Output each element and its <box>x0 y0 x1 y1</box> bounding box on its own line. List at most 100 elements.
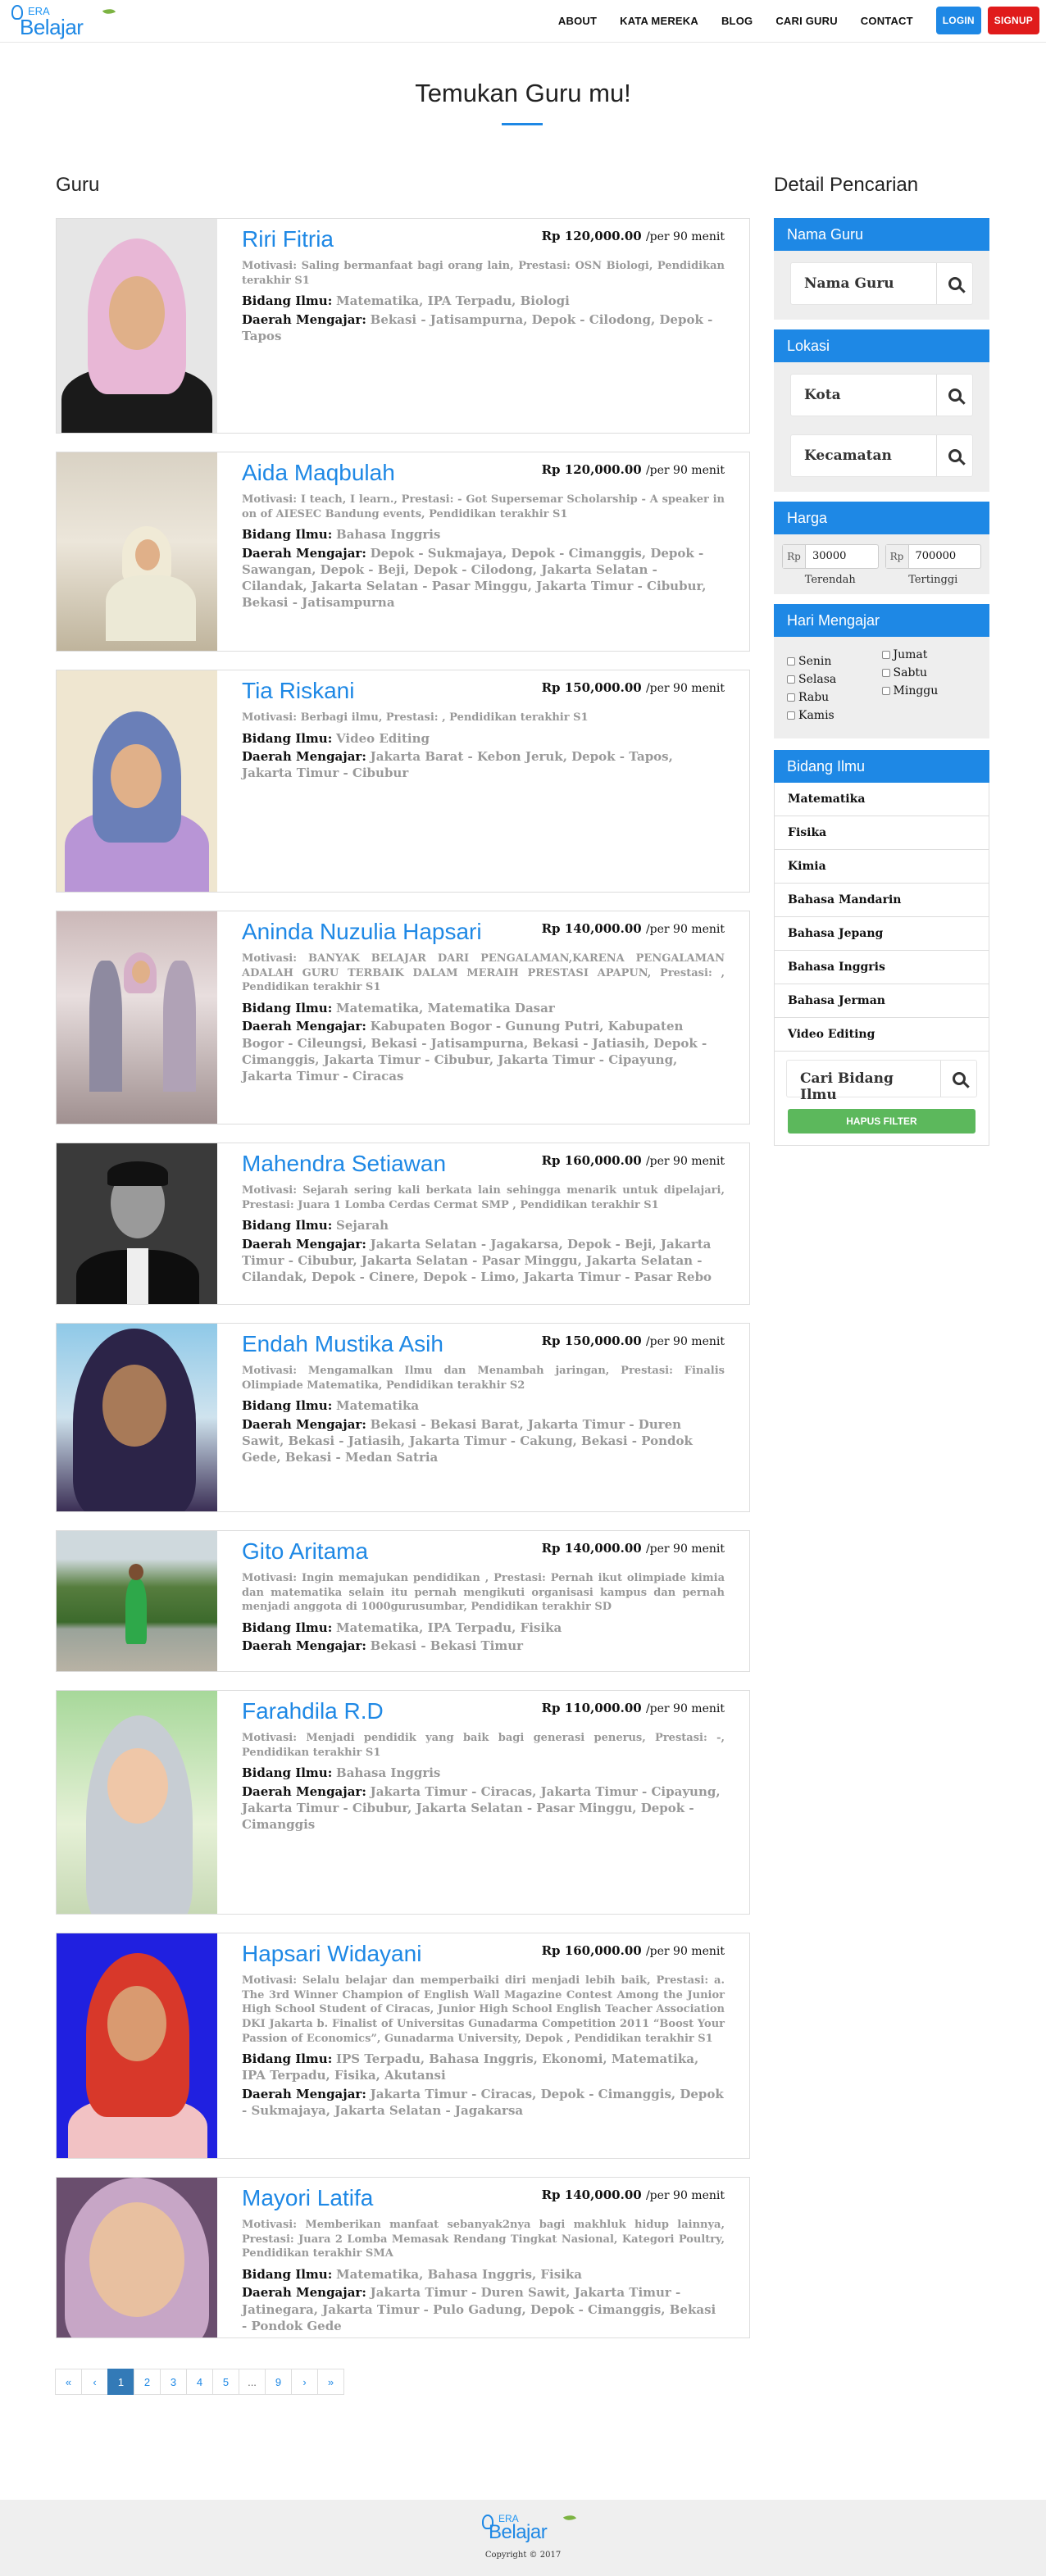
guru-motivasi: Motivasi: Menjadi pendidik yang baik bag… <box>242 1732 725 1759</box>
guru-photo[interactable] <box>57 1143 217 1304</box>
login-button[interactable]: LOGIN <box>935 7 981 34</box>
bidang-search: Cari Bidang Ilmu <box>786 1060 977 1103</box>
page-next[interactable]: › <box>291 2369 318 2395</box>
guru-photo[interactable] <box>57 1691 217 1914</box>
page-prev[interactable]: ‹ <box>81 2369 108 2395</box>
guru-daerah: Daerah Mengajar: Jakarta Selatan - Jagak… <box>242 1236 712 1285</box>
page-3[interactable]: 3 <box>160 2369 187 2395</box>
panel-title: Harga <box>774 502 989 534</box>
guru-name[interactable]: Farahdila R.D <box>242 1699 512 1724</box>
guru-card[interactable]: Endah Mustika Asih Rp 150,000.00 /per 90… <box>56 1323 750 1512</box>
bidang-item[interactable]: Bahasa Jerman <box>775 984 989 1018</box>
guru-daerah: Daerah Mengajar: Jakarta Timur - Duren S… <box>242 2285 716 2333</box>
kecamatan-input[interactable]: Kecamatan <box>791 435 936 476</box>
page-last[interactable]: » <box>317 2369 344 2395</box>
site-logo[interactable]: ERA Belajar <box>11 3 118 41</box>
bidang-item[interactable]: Bahasa Jepang <box>775 917 989 951</box>
guru-card[interactable]: Riri Fitria Rp 120,000.00 /per 90 menit … <box>56 218 750 434</box>
guru-card[interactable]: Gito Aritama Rp 140,000.00 /per 90 menit… <box>56 1530 750 1672</box>
guru-photo[interactable] <box>57 911 217 1124</box>
panel-title: Nama Guru <box>774 218 989 251</box>
clear-filter-button[interactable]: HAPUS FILTER <box>788 1109 976 1134</box>
kota-input[interactable]: Kota <box>791 375 936 416</box>
checkbox[interactable] <box>787 657 795 666</box>
guru-photo[interactable] <box>57 1324 217 1511</box>
guru-card[interactable]: Farahdila R.D Rp 110,000.00 /per 90 meni… <box>56 1690 750 1915</box>
guru-photo[interactable] <box>57 219 217 433</box>
guru-name[interactable]: Hapsari Widayani <box>242 1942 512 1966</box>
guru-photo[interactable] <box>57 1531 217 1671</box>
page-first[interactable]: « <box>55 2369 82 2395</box>
guru-info: Gito Aritama Rp 140,000.00 /per 90 menit… <box>217 1531 749 1671</box>
guru-name[interactable]: Aninda Nuzulia Hapsari <box>242 920 512 944</box>
bidang-item[interactable]: Matematika <box>775 783 989 816</box>
bidang-item[interactable]: Bahasa Inggris <box>775 951 989 984</box>
guru-motivasi: Motivasi: Berbagi ilmu, Prestasi: , Pend… <box>242 711 589 725</box>
nav-blog[interactable]: BLOG <box>721 15 753 27</box>
checkbox[interactable] <box>787 675 795 684</box>
guru-card[interactable]: Mayori Latifa Rp 140,000.00 /per 90 meni… <box>56 2177 750 2338</box>
day-sabtu[interactable]: Sabtu <box>881 666 977 679</box>
day-selasa[interactable]: Selasa <box>787 673 882 686</box>
kota-search-button[interactable] <box>936 375 972 416</box>
checkbox[interactable] <box>787 693 795 702</box>
bidang-item[interactable]: Kimia <box>775 850 989 884</box>
day-senin[interactable]: Senin <box>787 655 882 668</box>
guru-name[interactable]: Mayori Latifa <box>242 2186 512 2210</box>
guru-name[interactable]: Aida Maqbulah <box>242 461 512 485</box>
day-minggu[interactable]: Minggu <box>881 684 977 697</box>
checkbox[interactable] <box>881 687 890 695</box>
page-2[interactable]: 2 <box>134 2369 161 2395</box>
guru-bidang: Bidang Ilmu: Bahasa Inggris <box>242 1765 441 1781</box>
nav-kata-mereka[interactable]: KATA MEREKA <box>620 15 698 27</box>
guru-photo[interactable] <box>57 670 217 892</box>
day-kamis[interactable]: Kamis <box>787 709 882 722</box>
bidang-item[interactable]: Bahasa Mandarin <box>775 884 989 917</box>
guru-photo[interactable] <box>57 1933 217 2158</box>
page-9[interactable]: 9 <box>265 2369 292 2395</box>
guru-name[interactable]: Riri Fitria <box>242 227 512 252</box>
guru-bidang: Bidang Ilmu: Matematika, IPA Terpadu, Fi… <box>242 1620 562 1636</box>
guru-name[interactable]: Mahendra Setiawan <box>242 1152 512 1176</box>
bidang-item[interactable]: Video Editing <box>775 1018 989 1052</box>
guru-name[interactable]: Gito Aritama <box>242 1539 512 1564</box>
guru-card[interactable]: Aida Maqbulah Rp 120,000.00 /per 90 meni… <box>56 452 750 652</box>
footer-logo[interactable]: ERA Belajar <box>475 2511 577 2552</box>
search-icon <box>948 388 962 402</box>
currency-prefix: Rp <box>885 545 909 568</box>
guru-motivasi: Motivasi: Ingin memajukan pendidikan , P… <box>242 1572 725 1614</box>
guru-name[interactable]: Tia Riskani <box>242 679 512 703</box>
footer: ERA Belajar Copyright © 2017 <box>0 2500 1046 2576</box>
guru-info: Aninda Nuzulia Hapsari Rp 140,000.00 /pe… <box>217 911 749 1124</box>
guru-card[interactable]: Mahendra Setiawan Rp 160,000.00 /per 90 … <box>56 1143 750 1305</box>
harga-max-input[interactable]: Rp 700000 <box>885 544 981 569</box>
guru-card[interactable]: Tia Riskani Rp 150,000.00 /per 90 menit … <box>56 670 750 893</box>
checkbox[interactable] <box>787 711 795 720</box>
bidang-item[interactable]: Fisika <box>775 816 989 850</box>
nama-guru-search-button[interactable] <box>936 263 972 304</box>
copyright: Copyright © 2017 <box>484 2551 562 2560</box>
guru-name[interactable]: Endah Mustika Asih <box>242 1332 512 1356</box>
page-5[interactable]: 5 <box>212 2369 239 2395</box>
bidang-search-button[interactable] <box>940 1061 976 1097</box>
guru-photo[interactable] <box>57 452 217 651</box>
search-icon <box>952 1072 966 1085</box>
day-jumat[interactable]: Jumat <box>881 648 977 661</box>
harga-min-label: Terendah <box>804 574 856 586</box>
nav-contact[interactable]: CONTACT <box>861 15 913 27</box>
guru-card[interactable]: Hapsari Widayani Rp 160,000.00 /per 90 m… <box>56 1933 750 2159</box>
checkbox[interactable] <box>881 651 890 659</box>
kecamatan-search-button[interactable] <box>936 435 972 476</box>
page-4[interactable]: 4 <box>186 2369 213 2395</box>
guru-card[interactable]: Aninda Nuzulia Hapsari Rp 140,000.00 /pe… <box>56 911 750 1124</box>
nav-about[interactable]: ABOUT <box>558 15 597 27</box>
day-rabu[interactable]: Rabu <box>787 691 882 704</box>
nama-guru-input[interactable]: Nama Guru <box>791 263 936 304</box>
nav-cari-guru[interactable]: CARI GURU <box>775 15 837 27</box>
signup-button[interactable]: SIGNUP <box>987 7 1039 34</box>
bidang-search-input[interactable]: Cari Bidang Ilmu <box>787 1061 940 1103</box>
checkbox[interactable] <box>881 669 890 677</box>
page-1[interactable]: 1 <box>107 2369 134 2395</box>
harga-min-input[interactable]: Rp 30000 <box>782 544 879 569</box>
guru-photo[interactable] <box>57 2178 217 2337</box>
